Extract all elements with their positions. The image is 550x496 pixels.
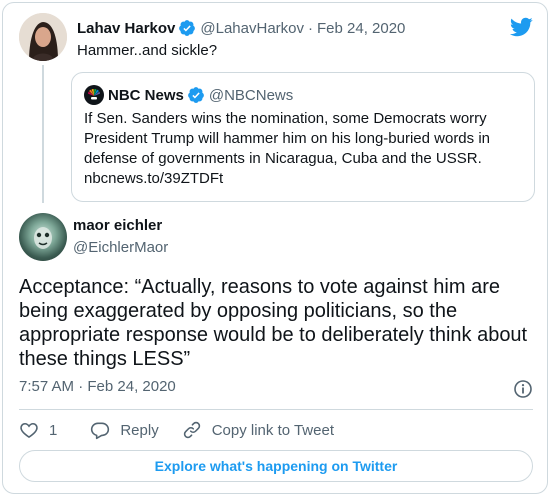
- main-text-line: Acceptance: “Actually, reasons to vote a…: [19, 276, 500, 298]
- parent-avatar-image: [19, 13, 67, 61]
- quoted-text-line: President Trump will hammer him on his l…: [84, 130, 490, 147]
- main-tweet-text: Acceptance: “Actually, reasons to vote a…: [19, 275, 531, 371]
- quoted-tweet[interactable]: NBC News @NBCNews If Sen. Sanders wins t…: [71, 72, 535, 202]
- main-text-line: appropriate response would be to deliber…: [19, 324, 528, 346]
- thread-line: [42, 65, 44, 203]
- link-icon: [183, 421, 200, 439]
- nbc-peacock-icon: [84, 85, 104, 105]
- main-text-line: being exaggerated by opposing politician…: [19, 300, 458, 322]
- reply-bubble-icon: [91, 422, 110, 440]
- reply-button[interactable]: Reply: [90, 420, 159, 440]
- copy-link-label: Copy link to Tweet: [211, 421, 334, 439]
- tweet-actions: 1 Reply Copy link to Tweet: [19, 419, 334, 441]
- quoted-header: NBC News @NBCNews: [84, 84, 293, 106]
- parent-author-handle[interactable]: @LahavHarkov: [200, 20, 304, 37]
- divider: [19, 409, 533, 410]
- like-button[interactable]: 1: [19, 420, 57, 440]
- parent-author-name[interactable]: Lahav Harkov: [77, 20, 175, 37]
- info-icon[interactable]: [513, 379, 533, 399]
- quoted-text-line: If Sen. Sanders wins the nomination, som…: [84, 110, 487, 127]
- quoted-tweet-text: If Sen. Sanders wins the nomination, som…: [84, 109, 524, 189]
- separator-dot: ·: [308, 19, 313, 37]
- verified-badge-icon: [178, 19, 196, 37]
- main-avatar-image: [34, 227, 52, 249]
- main-avatar[interactable]: [19, 213, 67, 261]
- quoted-author-handle[interactable]: @NBCNews: [209, 87, 293, 104]
- heart-icon: [20, 422, 38, 439]
- copy-link-button[interactable]: Copy link to Tweet: [182, 420, 334, 440]
- like-count: 1: [49, 421, 58, 439]
- tweet-timestamp[interactable]: 7:57 AM · Feb 24, 2020: [19, 378, 176, 395]
- twitter-bird-icon[interactable]: [509, 15, 533, 39]
- main-author-handle[interactable]: @EichlerMaor: [73, 239, 168, 256]
- quoted-author-name[interactable]: NBC News: [108, 87, 184, 104]
- main-text-line: these things LESS”: [19, 348, 191, 370]
- parent-tweet-text: Hammer..and sickle?: [77, 42, 218, 59]
- parent-avatar[interactable]: [19, 13, 67, 61]
- verified-badge-icon: [187, 86, 205, 104]
- parent-header: Lahav Harkov @LahavHarkov · Feb 24, 2020: [77, 17, 405, 39]
- quoted-text-line: defense of governments in Nicaragua, Cub…: [84, 150, 482, 167]
- parent-date[interactable]: Feb 24, 2020: [317, 20, 405, 37]
- reply-label: Reply: [120, 421, 159, 439]
- explore-twitter-button[interactable]: Explore what's happening on Twitter: [19, 450, 533, 482]
- tweet-embed-card: Lahav Harkov @LahavHarkov · Feb 24, 2020…: [2, 2, 548, 494]
- main-author-name[interactable]: maor eichler: [73, 217, 162, 234]
- quoted-link[interactable]: nbcnews.to/39ZTDFt: [84, 169, 524, 189]
